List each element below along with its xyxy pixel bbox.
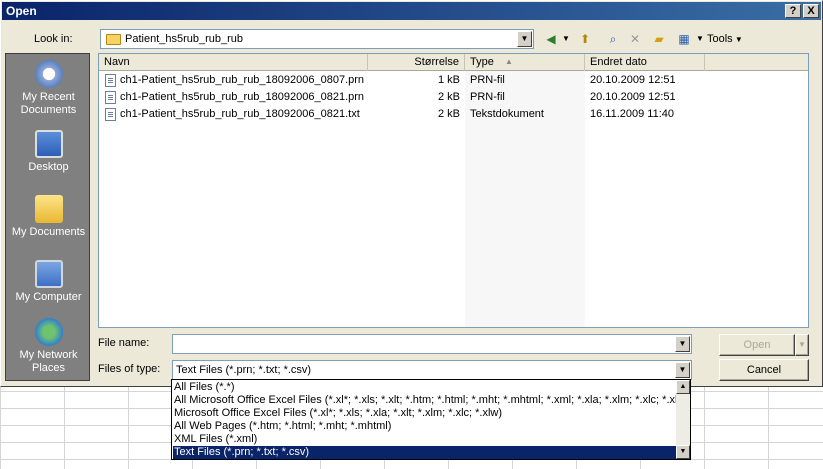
up-folder-icon[interactable]: ⬆	[575, 31, 595, 47]
file-date: 20.10.2009 12:51	[590, 74, 676, 86]
filetype-option[interactable]: All Microsoft Office Excel Files (*.xl*;…	[173, 394, 677, 407]
open-options-icon[interactable]: ▼	[795, 334, 809, 356]
file-row[interactable]: ch1-Patient_hs5rub_rub_rub_18092006_0807…	[99, 72, 808, 89]
prn-file-icon	[105, 74, 116, 87]
filetype-dropdown-icon[interactable]: ▼	[675, 362, 690, 378]
tools-dropdown-icon: ▼	[732, 35, 743, 44]
file-type: PRN-fil	[470, 91, 505, 103]
place-network[interactable]: My Network Places	[6, 318, 91, 375]
folder-icon	[106, 34, 121, 45]
column-header-row: Navn Størrelse Type ▲ Endret dato	[99, 54, 808, 71]
file-size: 2 kB	[437, 108, 460, 120]
text-file-icon	[105, 108, 116, 121]
lookin-label: Look in:	[34, 33, 73, 45]
desktop-icon	[34, 130, 63, 158]
file-row[interactable]: ch1-Patient_hs5rub_rub_rub_18092006_0821…	[99, 106, 808, 123]
chevron-down-icon[interactable]: ▼	[517, 31, 532, 47]
file-size: 2 kB	[437, 91, 460, 103]
title-bar: Open ? X	[2, 2, 821, 20]
filetype-dropdown-list[interactable]: All Files (*.*) All Microsoft Office Exc…	[171, 379, 691, 460]
network-places-icon	[34, 318, 63, 346]
scroll-up-icon[interactable]: ▲	[676, 380, 690, 394]
search-web-icon[interactable]: ⌕	[603, 31, 623, 47]
tools-label: Tools	[707, 33, 733, 45]
place-my-computer[interactable]: My Computer	[6, 260, 91, 304]
close-button[interactable]: X	[803, 4, 819, 18]
open-button[interactable]: Open	[719, 334, 795, 356]
file-size: 1 kB	[437, 74, 460, 86]
file-list[interactable]: Navn Størrelse Type ▲ Endret dato ch1-Pa…	[98, 53, 809, 328]
scroll-down-icon[interactable]: ▼	[676, 445, 690, 459]
dropdown-scrollbar[interactable]: ▲ ▼	[676, 380, 690, 459]
place-label: My Documents	[11, 226, 86, 238]
file-date: 16.11.2009 11:40	[590, 108, 675, 120]
filetype-option-selected[interactable]: Text Files (*.prn; *.txt; *.csv)	[173, 446, 677, 459]
column-name[interactable]: Navn	[99, 54, 368, 71]
file-name: ch1-Patient_hs5rub_rub_rub_18092006_0821…	[120, 91, 365, 103]
filetype-option[interactable]: Microsoft Office Excel Files (*.xl*; *.x…	[173, 407, 677, 420]
back-icon[interactable]: ◀	[541, 31, 561, 47]
place-desktop[interactable]: Desktop	[6, 130, 91, 174]
help-button[interactable]: ?	[785, 4, 801, 18]
filetype-option[interactable]: All Files (*.*)	[173, 381, 677, 394]
column-type[interactable]: Type ▲	[465, 54, 585, 71]
my-computer-icon	[34, 260, 63, 288]
filename-combo[interactable]: ▼	[172, 334, 692, 354]
filetype-label: Files of type:	[98, 363, 161, 375]
column-date[interactable]: Endret dato	[585, 54, 705, 71]
place-label: My Recent Documents	[20, 91, 77, 116]
sort-ascending-icon: ▲	[505, 57, 513, 66]
filetype-combo[interactable]: Text Files (*.prn; *.txt; *.csv) ▼	[172, 360, 692, 380]
place-my-documents[interactable]: My Documents	[6, 195, 91, 239]
lookin-combo[interactable]: Patient_hs5rub_rub_rub ▼	[100, 29, 534, 49]
file-type: PRN-fil	[470, 74, 505, 86]
new-folder-icon[interactable]: ▰	[649, 31, 669, 47]
prn-file-icon	[105, 91, 116, 104]
file-date: 20.10.2009 12:51	[590, 91, 676, 103]
lookin-value: Patient_hs5rub_rub_rub	[125, 33, 244, 45]
place-recent-documents[interactable]: My Recent Documents	[6, 60, 91, 117]
filetype-option[interactable]: XML Files (*.xml)	[173, 433, 677, 446]
filename-dropdown-icon[interactable]: ▼	[675, 336, 690, 352]
place-label: My Network Places	[19, 349, 78, 374]
file-name: ch1-Patient_hs5rub_rub_rub_18092006_0807…	[120, 74, 365, 86]
filename-label: File name:	[98, 337, 150, 349]
delete-icon[interactable]: ✕	[625, 31, 645, 47]
views-icon[interactable]: ▦	[673, 31, 695, 47]
cancel-button[interactable]: Cancel	[719, 359, 809, 381]
dialog-title: Open	[6, 4, 37, 18]
column-size[interactable]: Størrelse	[368, 54, 465, 71]
file-type: Tekstdokument	[470, 108, 544, 120]
file-row[interactable]: ch1-Patient_hs5rub_rub_rub_18092006_0821…	[99, 89, 808, 106]
open-dialog: Open ? X Look in: Patient_hs5rub_rub_rub…	[0, 0, 823, 387]
file-name: ch1-Patient_hs5rub_rub_rub_18092006_0821…	[120, 108, 360, 120]
views-dropdown-icon[interactable]: ▼	[695, 31, 705, 47]
tools-menu[interactable]: Tools ▼	[707, 31, 747, 47]
filetype-value: Text Files (*.prn; *.txt; *.csv)	[176, 364, 312, 376]
place-label: Desktop	[28, 161, 69, 173]
my-documents-icon	[34, 195, 63, 223]
back-dropdown-icon[interactable]: ▼	[561, 31, 571, 47]
filetype-option[interactable]: All Web Pages (*.htm; *.html; *.mht; *.m…	[173, 420, 677, 433]
recent-documents-icon	[34, 60, 63, 88]
column-type-label: Type	[470, 56, 494, 68]
places-bar: My Recent Documents Desktop My Documents…	[5, 53, 90, 381]
place-label: My Computer	[15, 291, 82, 303]
